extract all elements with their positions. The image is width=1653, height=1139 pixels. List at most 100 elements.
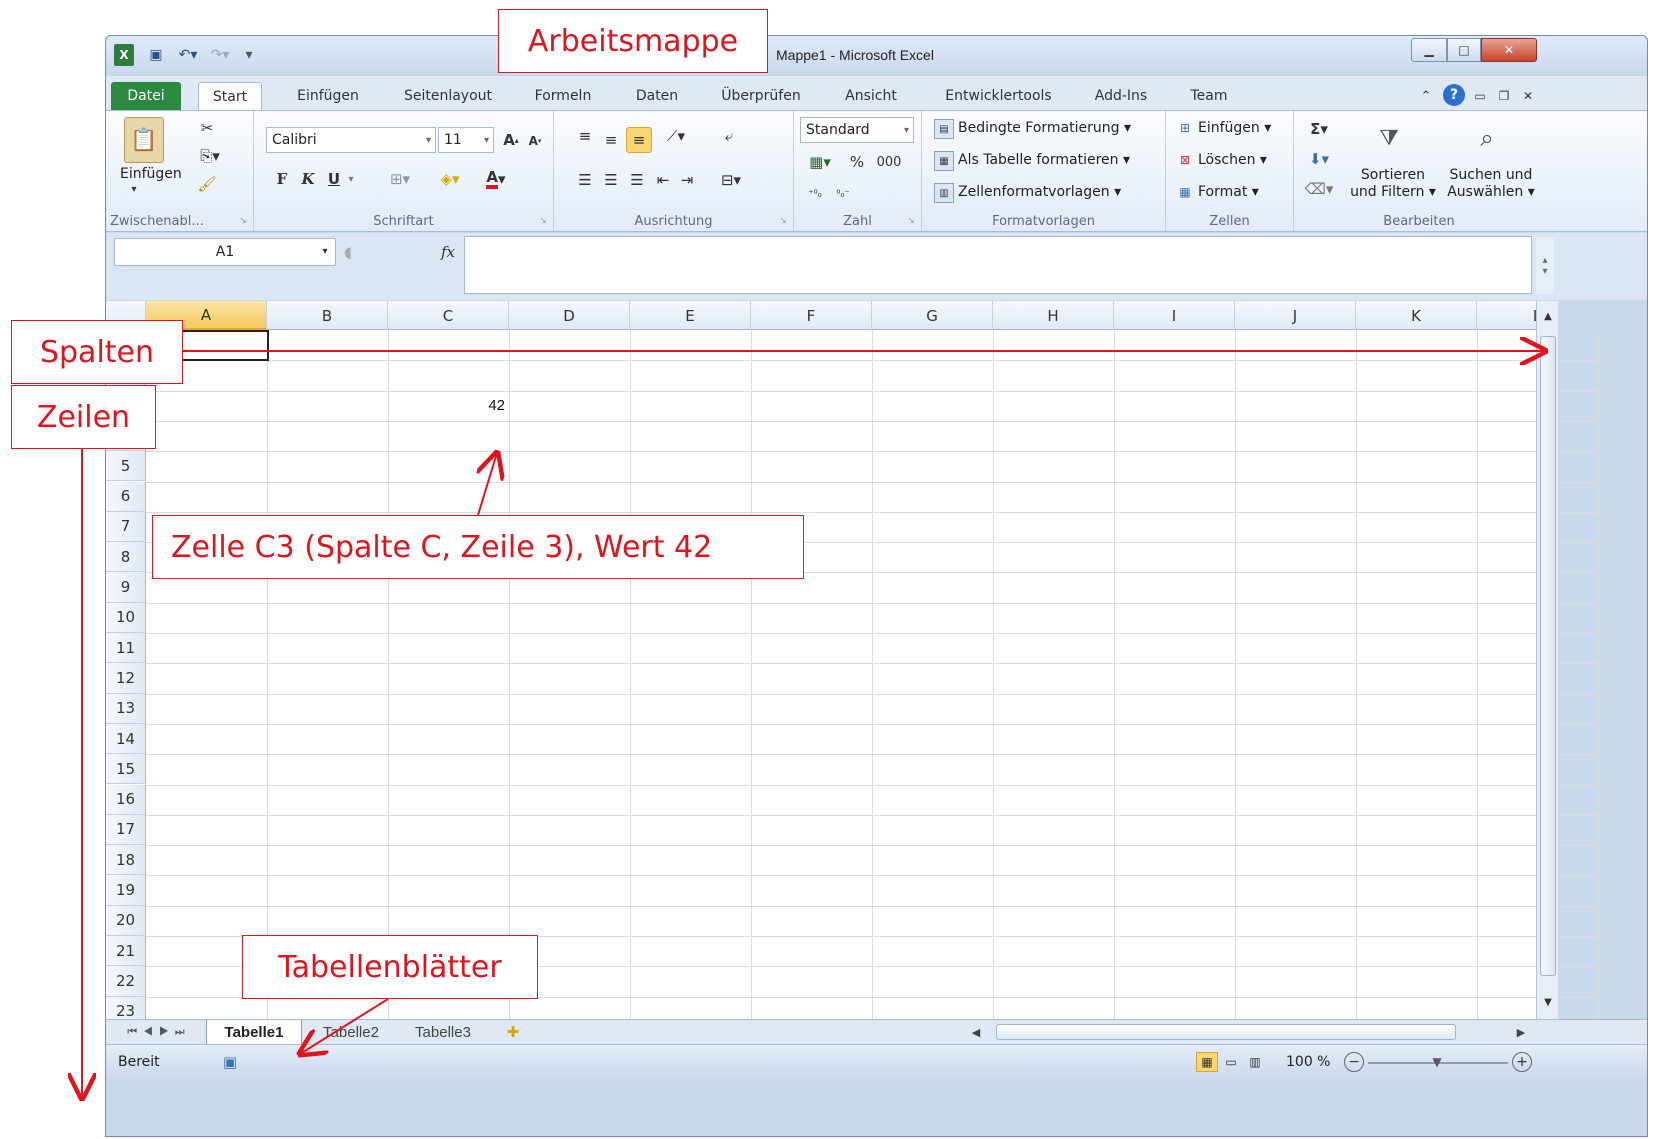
- underline-button[interactable]: U: [324, 167, 344, 191]
- decrease-decimal-icon[interactable]: ⁰₀⁻: [830, 183, 856, 205]
- font-name-dropdown-icon[interactable]: ▾: [426, 135, 431, 146]
- copy-icon[interactable]: ⎘▾: [196, 145, 224, 167]
- align-top-icon[interactable]: ≡: [574, 125, 596, 147]
- conditional-formatting-icon[interactable]: ▤: [934, 119, 954, 139]
- column-header-h[interactable]: H: [993, 301, 1114, 330]
- alignment-launcher-icon[interactable]: ↘: [777, 215, 789, 227]
- column-header-c[interactable]: C: [388, 301, 509, 330]
- merge-center-icon[interactable]: ⊟▾: [714, 169, 748, 191]
- tab-entwicklertools[interactable]: Entwicklertools: [931, 82, 1066, 110]
- close-button[interactable]: ✕: [1481, 38, 1537, 62]
- paste-button-label[interactable]: Einfügen: [120, 166, 182, 182]
- wrap-text-icon[interactable]: ⤶: [718, 125, 740, 147]
- insert-function-button[interactable]: fx: [436, 240, 460, 264]
- column-header-j[interactable]: J: [1235, 301, 1356, 330]
- row-header-20[interactable]: 20: [106, 905, 146, 936]
- autosum-icon[interactable]: Σ▾: [1304, 119, 1334, 139]
- minimize-ribbon-icon[interactable]: ⌃: [1416, 82, 1436, 110]
- align-right-icon[interactable]: ☰: [626, 169, 648, 191]
- cut-icon[interactable]: ✂: [196, 117, 218, 139]
- borders-icon[interactable]: ⊞▾: [382, 167, 418, 191]
- tab-datei[interactable]: Datei: [111, 82, 181, 110]
- sort-filter-button[interactable]: Sortieren und Filtern ▾: [1348, 167, 1438, 201]
- format-cells-icon[interactable]: ▦: [1176, 183, 1194, 201]
- find-select-icon[interactable]: ⌕: [1466, 117, 1508, 159]
- row-header-7[interactable]: 7: [106, 511, 146, 543]
- bold-button[interactable]: F: [272, 167, 292, 191]
- sheet-tab-tabelle2[interactable]: Tabelle2: [306, 1020, 396, 1044]
- format-painter-icon[interactable]: 🖌: [196, 173, 218, 195]
- insert-cells-button[interactable]: Einfügen ▾: [1198, 120, 1271, 136]
- tab-ueberpruefen[interactable]: Überprüfen: [706, 82, 816, 110]
- row-header-19[interactable]: 19: [106, 875, 146, 906]
- column-header-k[interactable]: K: [1356, 301, 1477, 330]
- row-header-16[interactable]: 16: [106, 784, 146, 815]
- row-header-10[interactable]: 10: [106, 602, 146, 633]
- delete-cells-button[interactable]: Löschen ▾: [1198, 152, 1267, 168]
- row-header-15[interactable]: 15: [106, 754, 146, 785]
- fill-icon[interactable]: ⬇▾: [1304, 149, 1334, 169]
- align-center-icon[interactable]: ☰: [600, 169, 622, 191]
- fill-color-icon[interactable]: ◈▾: [430, 167, 470, 191]
- column-header-f[interactable]: F: [751, 301, 872, 330]
- save-icon[interactable]: ▣: [146, 44, 166, 66]
- column-header-e[interactable]: E: [630, 301, 751, 330]
- sort-filter-icon[interactable]: ⧩: [1368, 117, 1410, 159]
- tab-einfuegen[interactable]: Einfügen: [278, 82, 378, 110]
- clipboard-launcher-icon[interactable]: ↘: [237, 215, 249, 227]
- tab-seitenlayout[interactable]: Seitenlayout: [388, 82, 508, 110]
- row-header-22[interactable]: 22: [106, 966, 146, 997]
- font-size-box[interactable]: 11 ▾: [438, 127, 494, 153]
- scroll-down-icon[interactable]: ▼: [1539, 993, 1557, 1011]
- formula-input[interactable]: [464, 236, 1532, 294]
- number-format-dropdown-icon[interactable]: ▾: [904, 125, 909, 136]
- row-header-9[interactable]: 9: [106, 572, 146, 603]
- name-box[interactable]: A1: [114, 238, 336, 266]
- cell-styles-icon[interactable]: ▥: [934, 183, 954, 203]
- scroll-thumb[interactable]: [1540, 336, 1556, 976]
- workbook-close-icon[interactable]: ✕: [1518, 82, 1538, 110]
- row-header-12[interactable]: 12: [106, 663, 146, 694]
- orientation-icon[interactable]: ⟋▾: [658, 125, 694, 147]
- increase-indent-icon[interactable]: ⇥: [676, 169, 698, 191]
- delete-cells-icon[interactable]: ⊠: [1176, 151, 1194, 169]
- shrink-font-icon[interactable]: A ▾: [524, 130, 546, 152]
- font-name-box[interactable]: Calibri ▾: [266, 127, 436, 153]
- conditional-formatting-button[interactable]: Bedingte Formatierung ▾: [958, 120, 1131, 136]
- row-header-13[interactable]: 13: [106, 693, 146, 724]
- increase-decimal-icon[interactable]: ⁺⁰₀: [802, 183, 828, 205]
- clear-icon[interactable]: ⌫▾: [1304, 179, 1334, 199]
- row-header-18[interactable]: 18: [106, 845, 146, 876]
- name-box-dropdown-icon[interactable]: ▾: [318, 242, 332, 260]
- vertical-scrollbar[interactable]: ▲ ▼: [1536, 301, 1558, 1019]
- formula-bar-scroll[interactable]: ▴ ▾: [1536, 238, 1554, 294]
- new-sheet-icon[interactable]: ✚: [496, 1020, 530, 1044]
- normal-view-icon[interactable]: ▦: [1196, 1052, 1218, 1072]
- column-header-b[interactable]: B: [267, 301, 388, 330]
- worksheet-grid[interactable]: ABCDEFGHIJKL 42 123456789101112131415161…: [106, 301, 1599, 1059]
- align-middle-icon[interactable]: ≡: [600, 129, 622, 151]
- column-header-i[interactable]: I: [1114, 301, 1235, 330]
- align-left-icon[interactable]: ☰: [574, 169, 596, 191]
- workbook-restore-icon[interactable]: ❐: [1494, 82, 1514, 110]
- zoom-level[interactable]: 100 %: [1286, 1054, 1330, 1070]
- redo-icon[interactable]: ↷▾: [206, 44, 234, 66]
- sheet-tab-tabelle1[interactable]: Tabelle1: [206, 1020, 302, 1044]
- hscroll-right-icon[interactable]: ▶: [1506, 1020, 1536, 1044]
- currency-icon[interactable]: ▦▾: [802, 151, 838, 173]
- cell-c3[interactable]: 42: [388, 391, 509, 421]
- maximize-button[interactable]: □: [1447, 38, 1481, 62]
- font-launcher-icon[interactable]: ↘: [537, 215, 549, 227]
- macro-record-icon[interactable]: ▣: [218, 1051, 242, 1073]
- format-as-table-icon[interactable]: ▦: [934, 151, 954, 171]
- excel-app-icon[interactable]: X: [114, 44, 134, 66]
- row-header-11[interactable]: 11: [106, 633, 146, 664]
- format-cells-button[interactable]: Format ▾: [1198, 184, 1259, 200]
- formula-expand-icon[interactable]: ◖: [338, 242, 358, 262]
- italic-button[interactable]: K: [298, 167, 318, 191]
- cell-styles-button[interactable]: Zellenformatvorlagen ▾: [958, 184, 1121, 200]
- tab-add-ins[interactable]: Add-Ins: [1081, 82, 1161, 110]
- minimize-button[interactable]: ▁: [1411, 38, 1447, 62]
- font-size-dropdown-icon[interactable]: ▾: [484, 135, 489, 146]
- help-icon[interactable]: ?: [1443, 84, 1465, 106]
